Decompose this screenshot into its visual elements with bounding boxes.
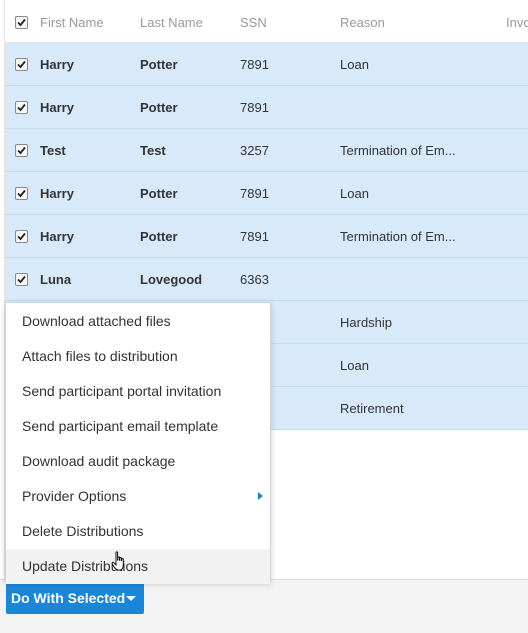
cell-first-name: Harry (40, 186, 74, 201)
cell-first-name: Harry (40, 229, 74, 244)
menu-item[interactable]: Download attached files (6, 304, 270, 339)
row-checkbox[interactable] (15, 58, 28, 71)
cell-reason: Termination of Em... (340, 143, 456, 158)
checkmark-icon (17, 18, 26, 27)
menu-item-label: Provider Options (22, 488, 127, 504)
cell-reason: Retirement (340, 401, 404, 416)
row-checkbox[interactable] (15, 101, 28, 114)
menu-item-label: Download audit package (22, 453, 176, 469)
column-header-reason[interactable]: Reason (340, 15, 385, 30)
table-row[interactable]: Harry Potter 7891 (5, 86, 528, 129)
submenu-arrow-icon (258, 492, 263, 500)
cell-first-name: Test (40, 143, 66, 158)
cell-last-name: Lovegood (140, 272, 203, 287)
menu-item[interactable]: Update Distributions (6, 549, 270, 584)
menu-item[interactable]: Delete Distributions (6, 514, 270, 549)
menu-item-label: Send participant portal invitation (22, 383, 222, 399)
app-stage: First Name Last Name SSN Reason Invo Har… (0, 0, 528, 633)
cell-first-name: Luna (40, 272, 72, 287)
checkmark-icon (17, 103, 26, 112)
cell-last-name: Potter (140, 186, 178, 201)
table-row[interactable]: Luna Lovegood 6363 (5, 258, 528, 301)
table-row[interactable]: Harry Potter 7891 Termination of Em... (5, 215, 528, 258)
checkmark-icon (17, 189, 26, 198)
menu-item-label: Delete Distributions (22, 523, 144, 539)
cell-ssn: 7891 (240, 186, 269, 201)
menu-item[interactable]: Attach files to distribution (6, 339, 270, 374)
cell-ssn: 6363 (240, 272, 269, 287)
cell-reason: Loan (340, 358, 369, 373)
cell-last-name: Potter (140, 57, 178, 72)
menu-item[interactable]: Send participant portal invitation (6, 374, 270, 409)
menu-item[interactable]: Download audit package (6, 444, 270, 479)
row-checkbox[interactable] (15, 187, 28, 200)
cell-first-name: Harry (40, 57, 74, 72)
menu-item-label: Attach files to distribution (22, 348, 178, 364)
checkmark-icon (17, 60, 26, 69)
cell-reason: Termination of Em... (340, 229, 456, 244)
row-checkbox[interactable] (15, 273, 28, 286)
caret-down-icon (126, 596, 136, 601)
menu-item-label: Send participant email template (22, 418, 219, 434)
cell-ssn: 7891 (240, 229, 269, 244)
cell-reason: Hardship (340, 315, 393, 330)
cell-reason: Loan (340, 57, 369, 72)
do-with-selected-label: Do With Selected (11, 590, 126, 606)
checkmark-icon (17, 146, 26, 155)
hand-pointer-cursor-icon (111, 551, 124, 571)
row-checkbox[interactable] (15, 144, 28, 157)
menu-item[interactable]: Send participant email template (6, 409, 270, 444)
select-all-checkbox[interactable] (15, 16, 28, 29)
checkmark-icon (17, 232, 26, 241)
menu-item[interactable]: Provider Options (6, 479, 270, 514)
table-row[interactable]: Harry Potter 7891 Loan (5, 43, 528, 86)
cell-ssn: 7891 (240, 100, 269, 115)
menu-item-label: Update Distributions (22, 558, 149, 574)
cell-reason: Loan (340, 186, 369, 201)
checkmark-icon (17, 275, 26, 284)
cell-ssn: 3257 (240, 143, 269, 158)
column-header-first-name[interactable]: First Name (40, 15, 104, 30)
cell-last-name: Potter (140, 100, 178, 115)
column-header-ssn[interactable]: SSN (240, 15, 267, 30)
column-header-invoice[interactable]: Invo (506, 15, 528, 30)
do-with-selected-button[interactable]: Do With Selected (6, 582, 144, 614)
do-with-selected-menu: Download attached files Attach files to d… (5, 302, 271, 584)
column-header-last-name[interactable]: Last Name (140, 15, 203, 30)
cell-last-name: Test (140, 143, 166, 158)
table-row[interactable]: Harry Potter 7891 Loan (5, 172, 528, 215)
table-row[interactable]: Test Test 3257 Termination of Em... (5, 129, 528, 172)
cell-ssn: 7891 (240, 57, 269, 72)
cell-last-name: Potter (140, 229, 178, 244)
menu-item-label: Download attached files (22, 313, 171, 329)
grid-header: First Name Last Name SSN Reason Invo (5, 0, 528, 43)
row-checkbox[interactable] (15, 230, 28, 243)
cell-first-name: Harry (40, 100, 74, 115)
